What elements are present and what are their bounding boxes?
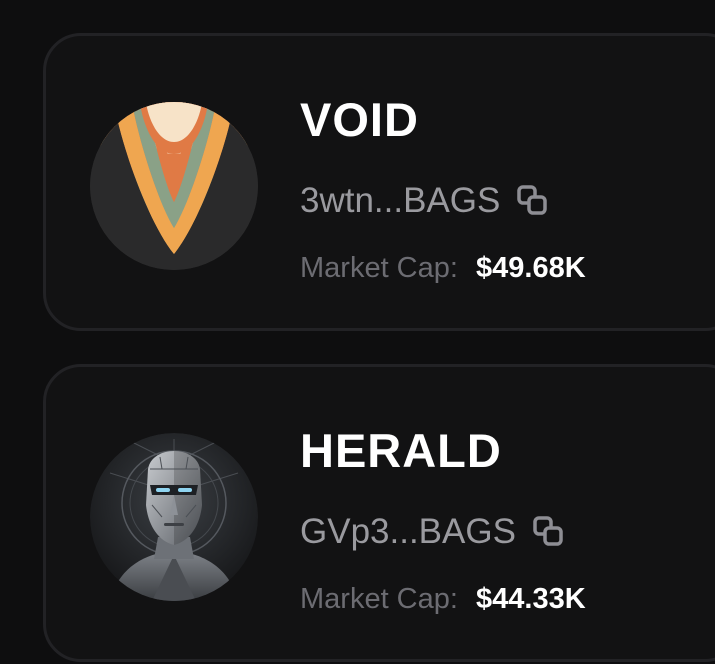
token-card[interactable]: HERALD GVp3...BAGS Market Cap: $44.33K	[43, 364, 715, 662]
market-cap-label: Market Cap:	[300, 583, 458, 615]
token-address: 3wtn...BAGS	[300, 181, 501, 220]
market-cap-row: Market Cap: $44.33K	[300, 583, 586, 616]
copy-icon[interactable]	[516, 184, 550, 218]
copy-icon[interactable]	[532, 515, 566, 549]
market-cap-label: Market Cap:	[300, 252, 458, 284]
address-row: GVp3...BAGS	[300, 512, 566, 552]
token-card[interactable]: VOID 3wtn...BAGS Market Cap: $49.68K	[43, 33, 715, 331]
market-cap-value: $44.33K	[476, 583, 586, 615]
market-cap-row: Market Cap: $49.68K	[300, 252, 586, 285]
market-cap-value: $49.68K	[476, 252, 586, 284]
address-row: 3wtn...BAGS	[300, 181, 550, 221]
herald-robot-head-icon	[90, 433, 258, 601]
token-address: GVp3...BAGS	[300, 512, 516, 551]
token-name: VOID	[300, 93, 419, 146]
void-v-logo-icon	[90, 102, 258, 270]
token-list: VOID 3wtn...BAGS Market Cap: $49.68K HER…	[0, 0, 715, 664]
token-name: HERALD	[300, 424, 502, 477]
